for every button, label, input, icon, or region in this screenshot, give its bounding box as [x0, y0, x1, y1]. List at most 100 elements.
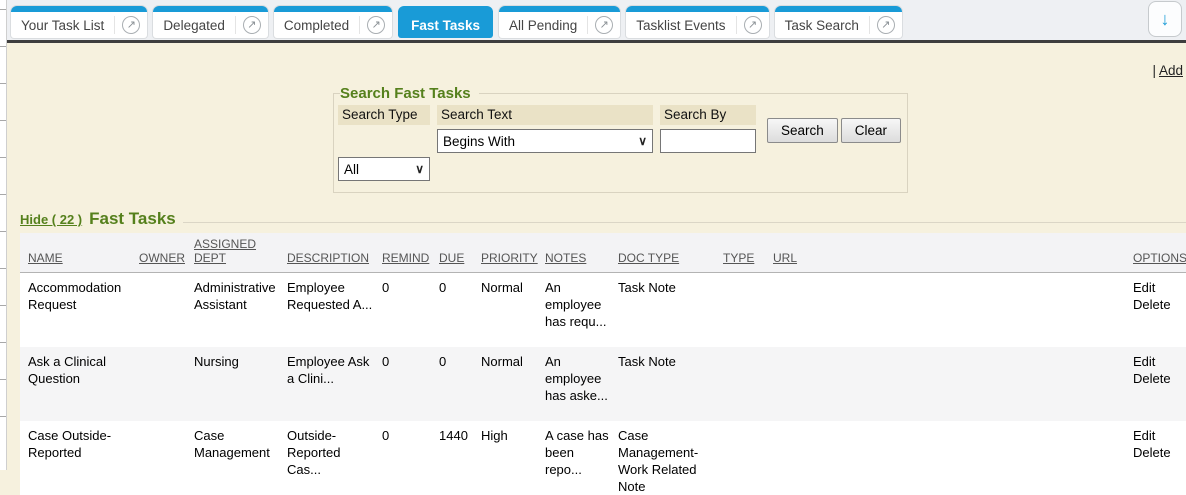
fast-tasks-table: NAME OWNER ASSIGNED DEPT DESCRIPTION REM… — [20, 233, 1186, 495]
table-row: Ask a Clinical Question Nursing Employee… — [20, 347, 1186, 421]
cell-url — [769, 421, 1129, 495]
search-type-label: Search Type — [338, 105, 430, 125]
col-header-due[interactable]: DUE — [435, 233, 477, 273]
cell-remind: 0 — [378, 347, 435, 421]
search-text-input[interactable] — [660, 129, 756, 153]
delete-link[interactable]: Delete — [1133, 444, 1181, 461]
section-divider — [183, 222, 1186, 223]
tab-label: Completed — [274, 12, 359, 38]
col-header-description[interactable]: DESCRIPTION — [283, 233, 378, 273]
cell-name: Accommodation Request — [20, 273, 135, 347]
cell-url — [769, 347, 1129, 421]
table-header-row: NAME OWNER ASSIGNED DEPT DESCRIPTION REM… — [20, 233, 1186, 273]
cell-options: Edit Delete — [1129, 347, 1186, 421]
cell-type — [719, 421, 769, 495]
tab-label: Task Search — [775, 12, 869, 38]
fast-tasks-section-header: Hide ( 22 ) Fast Tasks — [20, 209, 1186, 229]
cell-doc-type: Task Note — [614, 347, 719, 421]
tab-your-task-list[interactable]: Your Task List ↗ — [11, 6, 147, 38]
cell-description: Employee Ask a Clini... — [283, 347, 378, 421]
col-header-url[interactable]: URL — [769, 233, 1129, 273]
cell-due: 0 — [435, 273, 477, 347]
open-in-new-icon[interactable]: ↗ — [737, 12, 769, 38]
tab-label: Fast Tasks — [398, 12, 493, 38]
cell-owner — [135, 273, 190, 347]
tab-label: Delegated — [153, 12, 235, 38]
delete-link[interactable]: Delete — [1133, 296, 1181, 313]
search-by-label: Search By — [660, 105, 756, 125]
col-header-notes[interactable]: NOTES — [541, 233, 614, 273]
tab-fast-tasks[interactable]: Fast Tasks — [398, 6, 493, 38]
add-separator: | — [1152, 63, 1156, 78]
open-in-new-icon[interactable]: ↗ — [588, 12, 620, 38]
delete-link[interactable]: Delete — [1133, 370, 1181, 387]
cell-description: Outside-Reported Cas... — [283, 421, 378, 495]
col-header-remind[interactable]: REMIND — [378, 233, 435, 273]
cell-owner — [135, 421, 190, 495]
col-header-assigned-dept[interactable]: ASSIGNED DEPT — [190, 233, 283, 273]
down-arrow-icon: ↓ — [1161, 9, 1170, 30]
col-header-doc-type[interactable]: DOC TYPE — [614, 233, 719, 273]
chevron-down-icon: ∨ — [415, 162, 424, 176]
cell-priority: Normal — [477, 347, 541, 421]
col-header-options[interactable]: OPTIONS — [1129, 233, 1186, 273]
edit-link[interactable]: Edit — [1133, 279, 1181, 296]
cell-owner — [135, 347, 190, 421]
tab-completed[interactable]: Completed ↗ — [274, 6, 392, 38]
cell-url — [769, 273, 1129, 347]
section-title: Fast Tasks — [89, 209, 176, 229]
add-link[interactable]: Add — [1159, 63, 1183, 78]
cell-name: Case Outside-Reported — [20, 421, 135, 495]
tab-delegated[interactable]: Delegated ↗ — [153, 6, 268, 38]
cell-notes: A case has been repo... — [541, 421, 614, 495]
col-header-type[interactable]: TYPE — [719, 233, 769, 273]
cell-assigned-dept: Administrative Assistant — [190, 273, 283, 347]
cell-notes: An employee has requ... — [541, 273, 614, 347]
cell-due: 1440 — [435, 421, 477, 495]
search-button[interactable]: Search — [767, 118, 838, 143]
cell-priority: High — [477, 421, 541, 495]
cell-doc-type: Task Note — [614, 273, 719, 347]
edit-link[interactable]: Edit — [1133, 353, 1181, 370]
search-type-select[interactable]: Begins With ∨ — [437, 129, 653, 153]
search-panel: Search Fast Tasks Search Type Search Tex… — [333, 85, 908, 193]
tab-label: Tasklist Events — [626, 12, 735, 38]
open-in-new-icon[interactable]: ↗ — [360, 12, 392, 38]
col-header-name[interactable]: NAME — [20, 233, 135, 273]
table-row: Accommodation Request Administrative Ass… — [20, 273, 1186, 347]
cell-type — [719, 273, 769, 347]
cell-remind: 0 — [378, 273, 435, 347]
tasklist-window: Your Task List ↗ Delegated ↗ Completed ↗… — [7, 0, 1186, 470]
cell-options: Edit Delete — [1129, 421, 1186, 495]
hide-count-link[interactable]: Hide ( 22 ) — [20, 212, 82, 227]
tab-all-pending[interactable]: All Pending ↗ — [499, 6, 620, 38]
cell-options: Edit Delete — [1129, 273, 1186, 347]
open-in-new-icon[interactable]: ↗ — [115, 12, 147, 38]
search-text-label: Search Text — [437, 105, 653, 125]
cell-type — [719, 347, 769, 421]
search-by-select[interactable]: All ∨ — [338, 157, 430, 181]
cell-name: Ask a Clinical Question — [20, 347, 135, 421]
open-in-new-icon[interactable]: ↗ — [236, 12, 268, 38]
collapse-tabs-button[interactable]: ↓ — [1148, 1, 1182, 37]
cell-assigned-dept: Case Management — [190, 421, 283, 495]
tab-bar: Your Task List ↗ Delegated ↗ Completed ↗… — [7, 0, 1186, 40]
col-header-priority[interactable]: PRIORITY — [477, 233, 541, 273]
tab-task-search[interactable]: Task Search ↗ — [775, 6, 902, 38]
cell-notes: An employee has aske... — [541, 347, 614, 421]
cell-doc-type: Case Management-Work Related Note — [614, 421, 719, 495]
add-row: | Add — [7, 43, 1186, 83]
content-area: | Add Search Fast Tasks Search Type Sear… — [7, 43, 1186, 470]
table-row: Case Outside-Reported Case Management Ou… — [20, 421, 1186, 495]
edit-link[interactable]: Edit — [1133, 427, 1181, 444]
cell-due: 0 — [435, 347, 477, 421]
chevron-down-icon: ∨ — [638, 134, 647, 148]
open-in-new-icon[interactable]: ↗ — [870, 12, 902, 38]
search-buttons: Search Clear — [767, 118, 901, 143]
col-header-owner[interactable]: OWNER — [135, 233, 190, 273]
tab-tasklist-events[interactable]: Tasklist Events ↗ — [626, 6, 768, 38]
search-panel-title: Search Fast Tasks — [340, 85, 479, 102]
cell-remind: 0 — [378, 421, 435, 495]
left-ruler — [0, 0, 7, 470]
clear-button[interactable]: Clear — [841, 118, 901, 143]
